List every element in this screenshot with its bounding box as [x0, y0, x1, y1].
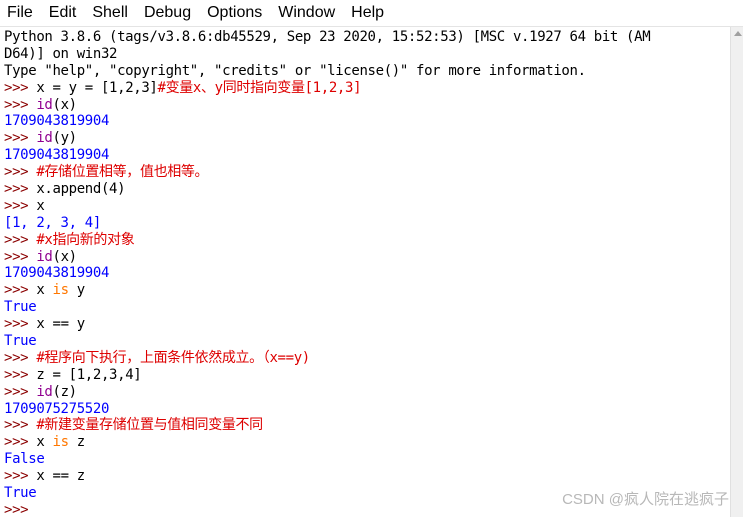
input-line: >>> id(x) [4, 249, 732, 266]
output-line: 1709043819904 [4, 147, 732, 164]
output-text: False [4, 451, 45, 468]
output-line: 1709043819904 [4, 113, 732, 130]
code-text: x == z [36, 468, 85, 485]
builtin-text: id [36, 248, 53, 265]
output-text: 1709043819904 [4, 265, 110, 282]
prompt: >>> [4, 164, 37, 181]
input-line: >>> x is y [4, 282, 732, 299]
input-line: >>> id(x) [4, 97, 732, 114]
comment-text: #新建变量存储位置与值相同变量不同 [36, 417, 263, 434]
output-line: False [4, 451, 732, 468]
input-line: >>> x.append(4) [4, 181, 732, 198]
output-text: 1709043819904 [4, 147, 110, 164]
code-text: (y) [52, 130, 78, 147]
code-text: z [68, 434, 85, 451]
vertical-scrollbar[interactable] [730, 27, 743, 517]
output-line: 1709043819904 [4, 265, 732, 282]
prompt: >>> [4, 282, 37, 299]
output-text: True [4, 485, 37, 502]
code-text: D64)] on win32 [4, 45, 118, 62]
comment-text: #x指向新的对象 [36, 231, 135, 248]
shell-text-area[interactable]: Python 3.8.6 (tags/v3.8.6:db45529, Sep 2… [4, 29, 732, 517]
prompt: >>> [4, 316, 37, 333]
comment-text: #程序向下执行，上面条件依然成立。（x==y) [36, 349, 310, 366]
code-text: (x) [52, 248, 78, 265]
input-line: >>> x == z [4, 468, 732, 485]
input-line: >>> #新建变量存储位置与值相同变量不同 [4, 417, 732, 434]
input-line: >>> id(z) [4, 384, 732, 401]
input-line: >>> #x指向新的对象 [4, 232, 732, 249]
prompt: >>> [4, 417, 37, 434]
menu-file[interactable]: File [0, 4, 42, 22]
builtin-text: id [36, 383, 53, 400]
menu-help[interactable]: Help [344, 4, 393, 22]
input-line: >>> #程序向下执行，上面条件依然成立。（x==y) [4, 350, 732, 367]
builtin-text: id [36, 96, 53, 113]
input-line: >>> x = y = [1,2,3]#变量x、y同时指向变量[1,2,3] [4, 80, 732, 97]
code-text: x = y = [1,2,3] [36, 79, 158, 96]
output-line: 1709075275520 [4, 401, 732, 418]
input-line: >>> x == y [4, 316, 732, 333]
menu-bar: File Edit Shell Debug Options Window Help [0, 0, 743, 27]
keyword-text: is [52, 434, 70, 451]
code-text: x.append(4) [36, 181, 126, 198]
menu-shell[interactable]: Shell [85, 4, 137, 22]
input-line: >>> #存储位置相等，值也相等。 [4, 164, 732, 181]
watermark: CSDN @疯人院在逃疯子 [562, 491, 729, 508]
output-line: [1, 2, 3, 4] [4, 215, 732, 232]
menu-debug[interactable]: Debug [137, 4, 200, 22]
code-text: Python 3.8.6 (tags/v3.8.6:db45529, Sep 2… [4, 29, 651, 45]
prompt: >>> [4, 130, 37, 147]
code-text: z = [1,2,3,4] [36, 366, 142, 383]
prompt: >>> [4, 248, 37, 265]
builtin-text: id [36, 130, 53, 147]
prompt: >>> [4, 181, 37, 198]
code-text: (z) [52, 383, 78, 400]
menu-edit[interactable]: Edit [42, 4, 86, 22]
code-text: x [36, 197, 45, 214]
menu-options[interactable]: Options [200, 4, 271, 22]
output-text: 1709075275520 [4, 400, 110, 417]
prompt: >>> [4, 79, 37, 96]
comment-text: #变量x、y同时指向变量[1,2,3] [157, 79, 362, 96]
output-line: Python 3.8.6 (tags/v3.8.6:db45529, Sep 2… [4, 29, 732, 46]
prompt: >>> [4, 434, 37, 451]
prompt: >>> [4, 197, 37, 214]
prompt: >>> [4, 349, 37, 366]
prompt: >>> [4, 366, 37, 383]
menu-window[interactable]: Window [271, 4, 344, 22]
keyword-text: is [52, 282, 70, 299]
prompt: >>> [4, 468, 37, 485]
prompt: >>> [4, 96, 37, 113]
output-text: 1709043819904 [4, 113, 110, 130]
input-line: >>> x [4, 198, 732, 215]
comment-text: #存储位置相等，值也相等。 [36, 164, 209, 181]
prompt: >>> [4, 383, 37, 400]
output-line: True [4, 299, 732, 316]
code-text: x [36, 434, 53, 451]
output-line: True [4, 333, 732, 350]
code-text: x == y [36, 316, 85, 333]
code-text: y [68, 282, 85, 299]
output-text: True [4, 299, 37, 316]
scroll-up-arrow-icon[interactable] [734, 31, 742, 36]
output-line: Type "help", "copyright", "credits" or "… [4, 63, 732, 80]
code-text: x [36, 282, 53, 299]
code-text: Type "help", "copyright", "credits" or "… [4, 62, 586, 79]
prompt: >>> [4, 501, 37, 517]
input-line: >>> x is z [4, 434, 732, 451]
input-line: >>> z = [1,2,3,4] [4, 367, 732, 384]
input-line: >>> id(y) [4, 130, 732, 147]
output-text: [1, 2, 3, 4] [4, 214, 101, 231]
output-line: D64)] on win32 [4, 46, 732, 63]
prompt: >>> [4, 231, 37, 248]
output-text: True [4, 333, 37, 350]
code-text: (x) [52, 96, 78, 113]
